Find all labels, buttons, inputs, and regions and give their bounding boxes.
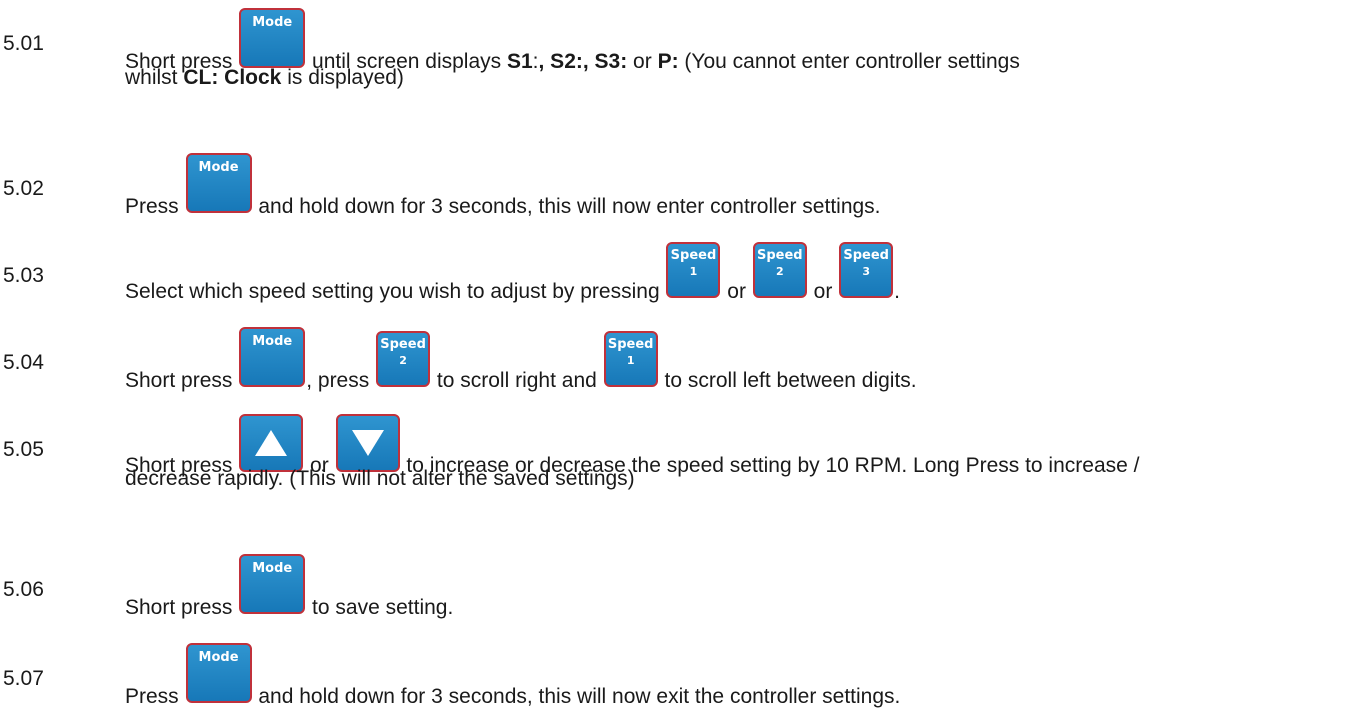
step-text-part: Press <box>125 195 185 218</box>
mode-button-icon: Mode <box>185 153 252 213</box>
speed-key-number: 1 <box>626 354 635 367</box>
step-text: Short press Mode to save setting. <box>125 554 453 620</box>
step-number: 5.06 <box>3 578 44 601</box>
p-label: P: <box>657 50 679 73</box>
mode-button-icon: Mode <box>185 643 252 703</box>
step-text-part: , press <box>306 369 376 392</box>
step-text-continued: whilst CL: Clock is displayed) <box>125 66 404 90</box>
step-text: Select which speed setting you wish to a… <box>125 242 900 304</box>
step-text-part: (You cannot enter controller settings <box>678 50 1020 73</box>
step-text-part: or <box>807 280 839 303</box>
step-text: Press Mode and hold down for 3 seconds, … <box>125 643 900 709</box>
s2-s3-label: , S2:, S3: <box>538 50 628 73</box>
speed-key-label: Speed <box>607 337 654 352</box>
speed-key-label: Speed <box>757 248 803 263</box>
step-text-part: . <box>894 280 900 303</box>
speed-2-button-icon: Speed 2 <box>376 331 431 387</box>
down-arrow-button-icon <box>335 414 400 472</box>
speed-1-button-icon: Speed 1 <box>603 331 658 387</box>
speed-key-number: 2 <box>775 265 784 278</box>
step-text: Short press Mode until screen displays S… <box>125 8 1020 74</box>
step-text-part: to scroll right and <box>431 369 603 392</box>
mode-key-label: Mode <box>252 15 293 30</box>
clock-label: CL: Clock <box>183 66 282 89</box>
mode-button-icon: Mode <box>239 554 306 614</box>
speed-key-number: 1 <box>689 265 698 278</box>
step-text-part: and hold down for 3 seconds, this will n… <box>252 195 881 218</box>
mode-button-icon: Mode <box>239 327 306 387</box>
step-text-continued: decrease rapidly. (This will not alter t… <box>125 467 635 491</box>
mode-key-label: Mode <box>198 650 239 665</box>
speed-key-label: Speed <box>380 337 426 352</box>
speed-1-button-icon: Speed 1 <box>666 242 721 298</box>
step-number: 5.05 <box>3 438 44 461</box>
step-number: 5.03 <box>3 264 44 287</box>
step-text: Short press Mode , press Speed 2 to scroll… <box>125 327 917 393</box>
speed-key-label: Speed <box>843 248 889 263</box>
mode-key-label: Mode <box>252 334 293 349</box>
step-text-part: is displayed) <box>281 66 404 89</box>
step-text-part: whilst <box>125 66 184 89</box>
mode-key-label: Mode <box>198 160 239 175</box>
speed-3-button-icon: Speed 3 <box>839 242 894 298</box>
speed-2-button-icon: Speed 2 <box>752 242 807 298</box>
step-text-part: or <box>627 50 658 73</box>
step-text-part: and hold down for 3 seconds, this will n… <box>252 685 901 708</box>
mode-key-label: Mode <box>252 561 293 576</box>
mode-button-icon: Mode <box>239 8 306 68</box>
step-text-part: decrease rapidly. (This will not alter t… <box>125 467 635 490</box>
step-text-part: to save setting. <box>306 596 454 619</box>
speed-key-number: 3 <box>862 265 870 278</box>
step-number: 5.01 <box>3 32 44 55</box>
step-number: 5.07 <box>3 667 44 690</box>
step-number: 5.04 <box>3 351 44 374</box>
up-arrow-button-icon <box>239 414 304 472</box>
step-text-part: Press <box>125 685 185 708</box>
step-text-part: Short press <box>125 596 239 619</box>
step-text: Press Mode and hold down for 3 seconds, … <box>125 153 881 219</box>
step-number: 5.02 <box>3 177 44 200</box>
step-text-part: or <box>721 280 752 303</box>
step-text-part: to scroll left between digits. <box>658 369 917 392</box>
step-text-part: Short press <box>125 369 239 392</box>
speed-key-label: Speed <box>670 248 717 263</box>
step-text-part: Select which speed setting you wish to a… <box>125 280 666 303</box>
speed-key-number: 2 <box>399 354 407 367</box>
s1-label: S1 <box>506 50 533 73</box>
